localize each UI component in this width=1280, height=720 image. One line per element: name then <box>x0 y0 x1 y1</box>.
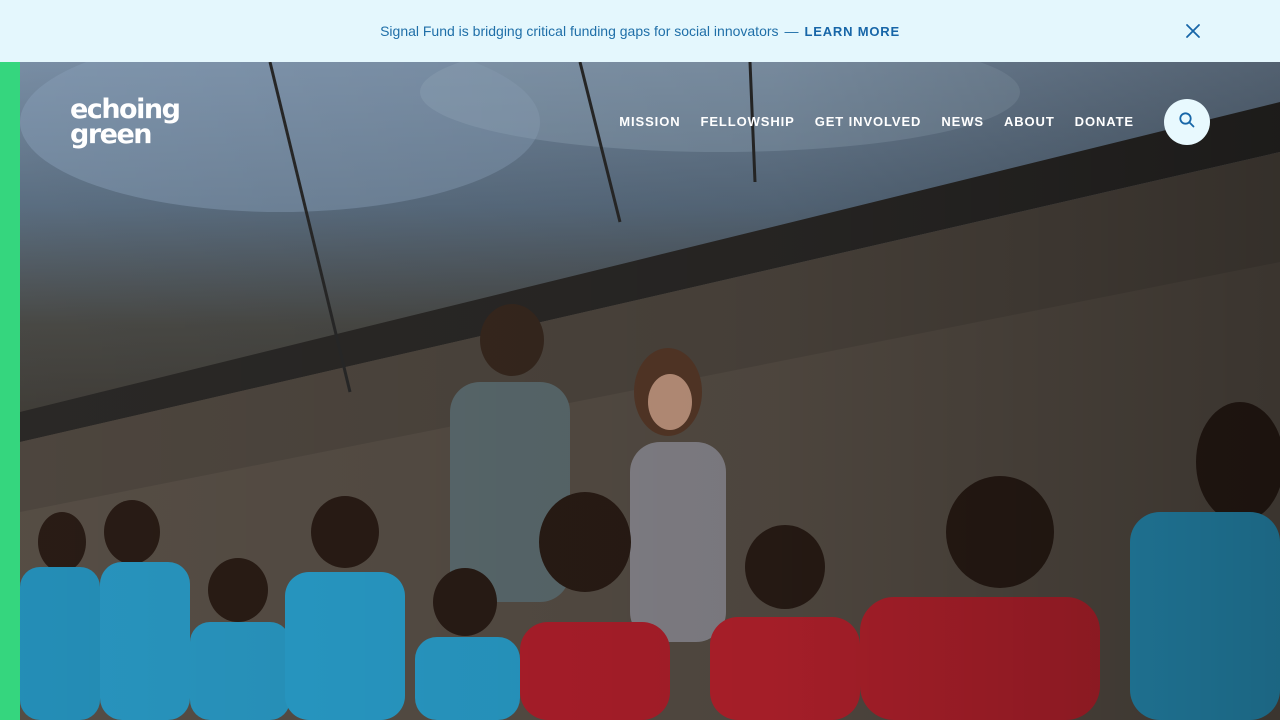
close-icon[interactable] <box>1184 22 1202 40</box>
learn-more-link[interactable]: LEARN MORE <box>805 24 900 39</box>
photo-overlay <box>20 62 1280 720</box>
search-icon <box>1178 111 1196 134</box>
nav-item-mission[interactable]: MISSION <box>619 114 680 129</box>
announcement-separator: — <box>784 23 799 39</box>
announcement-bar: Signal Fund is bridging critical funding… <box>0 0 1280 62</box>
echoing-green-logo[interactable]: echoing green <box>70 96 181 151</box>
hero-section: echoing green MISSION FELLOWSHIP GET INV… <box>0 62 1280 720</box>
search-button[interactable] <box>1164 99 1210 145</box>
nav-item-fellowship[interactable]: FELLOWSHIP <box>701 114 795 129</box>
nav-item-about[interactable]: ABOUT <box>1004 114 1055 129</box>
logo-line-2: green <box>70 119 153 150</box>
main-nav: MISSION FELLOWSHIP GET INVOLVED NEWS ABO… <box>619 114 1134 129</box>
accent-bar <box>0 62 20 720</box>
nav-item-donate[interactable]: DONATE <box>1075 114 1134 129</box>
nav-item-news[interactable]: NEWS <box>941 114 984 129</box>
announcement-message: Signal Fund is bridging critical funding… <box>380 23 779 39</box>
nav-item-get-involved[interactable]: GET INVOLVED <box>815 114 922 129</box>
